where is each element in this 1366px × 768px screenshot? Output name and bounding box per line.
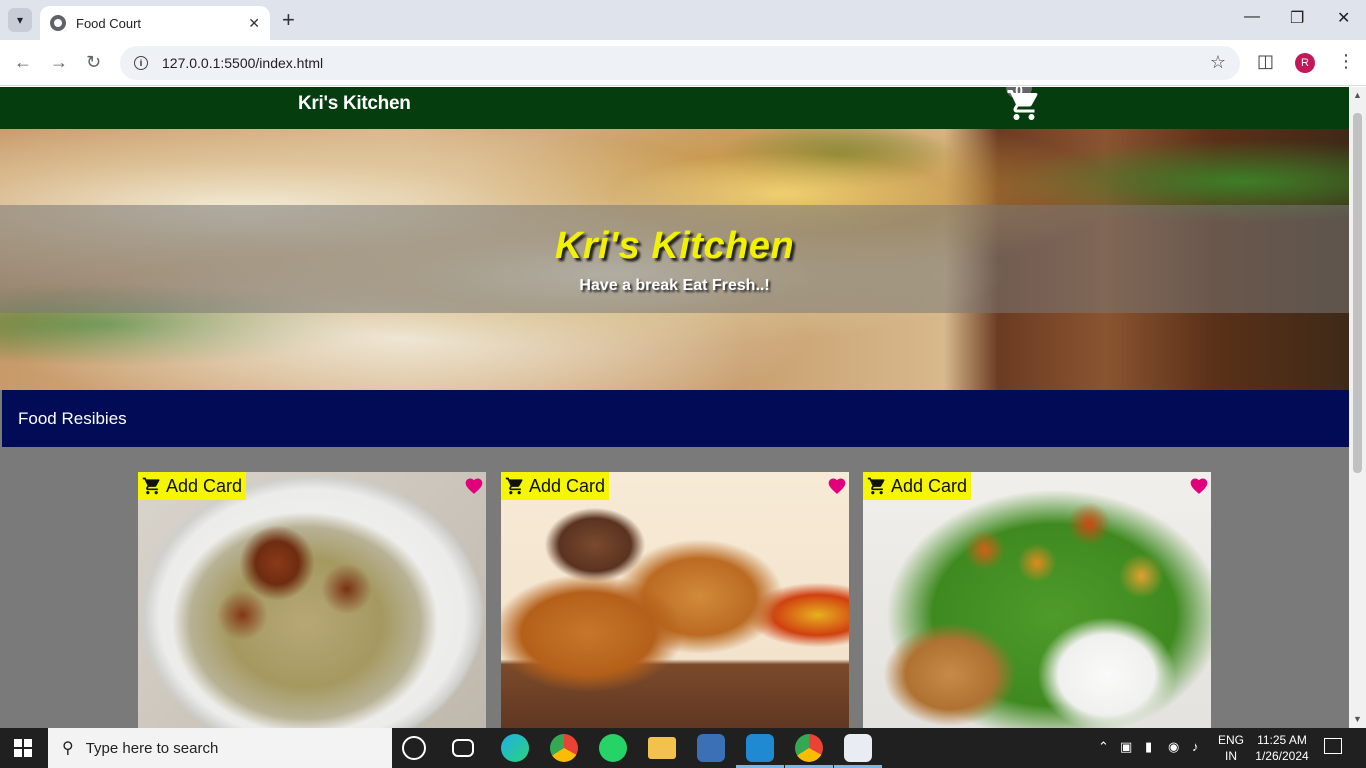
close-tab-icon[interactable]: ✕ xyxy=(248,15,260,32)
battery-icon[interactable]: ▮ xyxy=(1145,739,1152,755)
add-button-label: Add Card xyxy=(529,475,606,496)
scroll-up-icon[interactable]: ▲ xyxy=(1353,90,1362,100)
page-scrollbar[interactable]: ▲ ▼ xyxy=(1349,87,1366,728)
paint-icon[interactable] xyxy=(844,734,872,762)
site-navbar: Kri's Kitchen 0 xyxy=(0,87,1349,129)
add-button-label: Add Card xyxy=(891,475,968,496)
url-text[interactable]: 127.0.0.1:5500/index.html xyxy=(162,55,323,71)
heart-icon[interactable] xyxy=(1189,476,1209,496)
section-header: Food Resibies xyxy=(2,390,1349,447)
hero-title: Kri's Kitchen xyxy=(554,225,795,267)
heart-icon[interactable] xyxy=(464,476,484,496)
hero-subtitle: Have a break Eat Fresh..! xyxy=(579,277,770,294)
cart-icon xyxy=(505,477,523,495)
volume-icon[interactable]: ♪ xyxy=(1192,739,1199,754)
minimize-icon[interactable]: — xyxy=(1244,8,1260,26)
task-view-icon[interactable] xyxy=(452,739,474,757)
browser-tab[interactable]: Food Court ✕ xyxy=(40,6,270,40)
profile-avatar[interactable]: R xyxy=(1295,53,1315,73)
notification-icon[interactable] xyxy=(1324,738,1342,754)
new-tab-button[interactable]: + xyxy=(282,8,295,32)
language-indicator[interactable]: ENG IN xyxy=(1214,732,1248,764)
system-clock[interactable]: 11:25 AM 1/26/2024 xyxy=(1252,732,1312,764)
food-image xyxy=(138,472,486,728)
chrome-icon[interactable] xyxy=(550,734,578,762)
file-explorer-icon[interactable] xyxy=(648,737,676,759)
bookmark-star-icon[interactable]: ☆ xyxy=(1210,52,1226,73)
restore-icon[interactable]: ❐ xyxy=(1290,8,1304,28)
add-to-cart-button[interactable]: Add Card xyxy=(501,472,610,500)
window-close-icon[interactable]: ✕ xyxy=(1337,8,1350,28)
clock-date: 1/26/2024 xyxy=(1255,749,1309,763)
browser-tab-strip: ▾ Food Court ✕ + — ❐ ✕ xyxy=(0,0,1366,40)
menu-kebab-icon[interactable]: ⋮ xyxy=(1337,51,1355,72)
clock-time: 11:25 AM xyxy=(1257,733,1307,747)
vscode-icon[interactable] xyxy=(746,734,774,762)
scrollbar-thumb[interactable] xyxy=(1353,113,1362,473)
address-bar[interactable]: i 127.0.0.1:5500/index.html ☆ xyxy=(120,46,1240,80)
scroll-down-icon[interactable]: ▼ xyxy=(1353,714,1362,724)
chrome-profile-icon[interactable] xyxy=(795,734,823,762)
site-info-icon[interactable]: i xyxy=(134,56,148,70)
edge-icon[interactable] xyxy=(501,734,529,762)
globe-icon xyxy=(50,15,66,31)
food-image xyxy=(501,472,849,728)
lang-line1: ENG xyxy=(1217,733,1244,747)
cortana-icon[interactable] xyxy=(402,736,426,760)
browser-toolbar: ← → ↻ i 127.0.0.1:5500/index.html ☆ ◫ ⋮ xyxy=(0,40,1366,86)
photos-icon[interactable] xyxy=(697,734,725,762)
windows-taskbar: ⚲ Type here to search ⌃ ▣ ▮ ◉ ♪ ENG IN 1… xyxy=(0,728,1366,768)
food-image xyxy=(863,472,1211,728)
nav-brand[interactable]: Kri's Kitchen xyxy=(298,93,411,115)
page-viewport: Kri's Kitchen 0 Kri's Kitchen Have a bre… xyxy=(0,87,1349,728)
side-panel-icon[interactable]: ◫ xyxy=(1257,51,1274,72)
search-placeholder[interactable]: Type here to search xyxy=(86,740,219,757)
lang-line2: IN xyxy=(1225,749,1237,763)
cart-icon xyxy=(142,477,160,495)
whatsapp-icon[interactable] xyxy=(599,734,627,762)
network-status-icon[interactable]: ▣ xyxy=(1120,739,1132,755)
add-to-cart-button[interactable]: Add Card xyxy=(138,472,247,500)
cart-icon xyxy=(867,477,885,495)
tab-search-button[interactable]: ▾ xyxy=(8,8,32,32)
forward-arrow-icon[interactable]: → xyxy=(50,52,68,73)
section-title: Food Resibies xyxy=(18,409,127,428)
tray-chevron-icon[interactable]: ⌃ xyxy=(1098,739,1109,755)
add-button-label: Add Card xyxy=(166,475,243,496)
cart-icon[interactable] xyxy=(1006,87,1042,123)
hero-banner: Kri's Kitchen Have a break Eat Fresh..! xyxy=(0,129,1349,390)
back-arrow-icon[interactable]: ← xyxy=(14,52,32,73)
search-icon: ⚲ xyxy=(62,740,74,757)
globe-network-icon[interactable]: ◉ xyxy=(1168,739,1179,755)
add-to-cart-button[interactable]: Add Card xyxy=(863,472,972,500)
food-card: Add Card xyxy=(501,472,849,728)
food-card: Add Card xyxy=(863,472,1211,728)
heart-icon[interactable] xyxy=(827,476,847,496)
food-card: Add Card xyxy=(138,472,486,728)
windows-start-icon[interactable] xyxy=(14,739,32,757)
reload-icon[interactable]: ↻ xyxy=(86,52,101,73)
tab-title: Food Court xyxy=(76,15,142,31)
taskbar-search-box[interactable]: ⚲ Type here to search xyxy=(48,728,392,768)
